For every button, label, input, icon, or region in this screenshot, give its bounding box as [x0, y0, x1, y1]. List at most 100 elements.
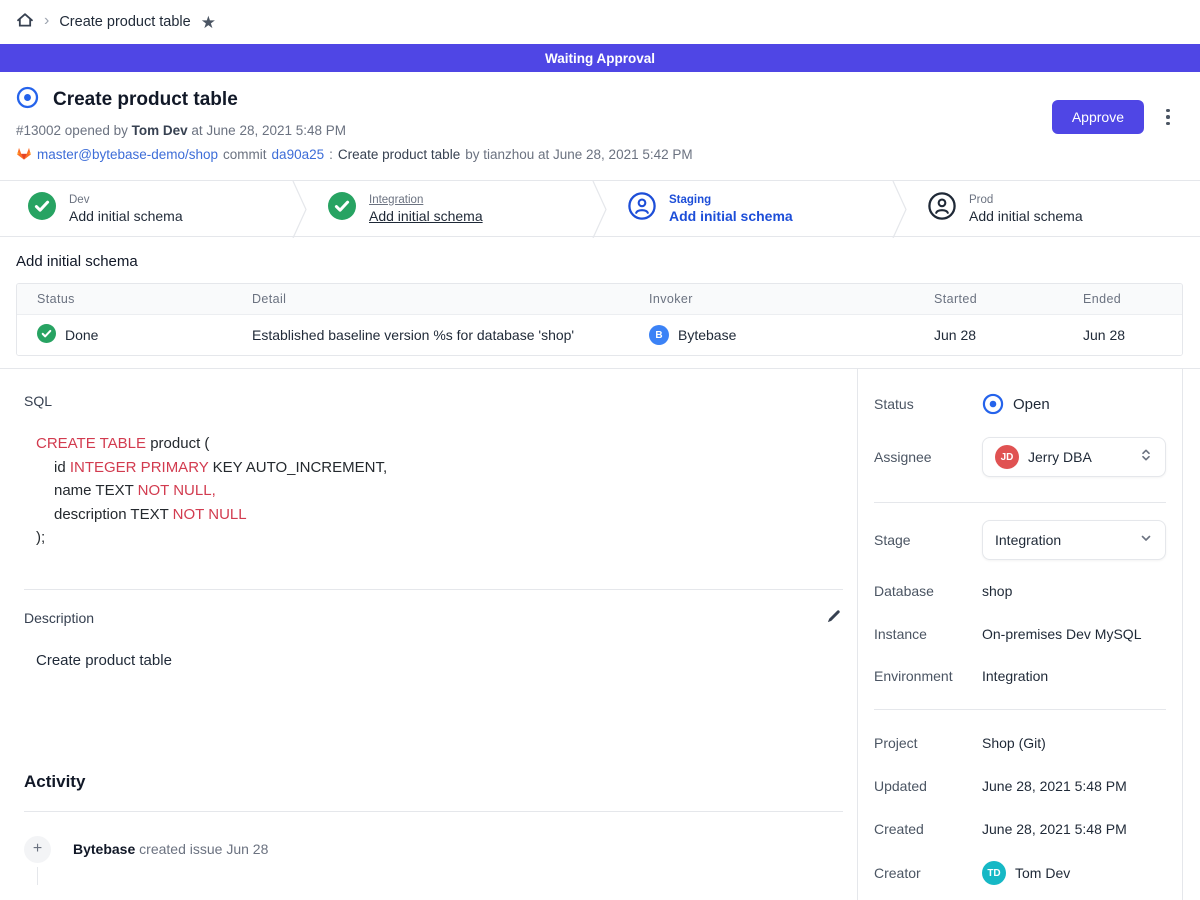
up-down-chevron-icon	[1139, 447, 1153, 468]
creator-label: Creator	[874, 865, 982, 881]
col-detail: Detail	[232, 292, 629, 306]
description-text: Create product table	[36, 652, 843, 669]
assignee-label: Assignee	[874, 449, 982, 465]
created-label: Created	[874, 821, 982, 837]
chevron-right-icon: ›	[44, 13, 49, 31]
sql-code-block: CREATE TABLE product ( id INTEGER PRIMARY…	[36, 432, 843, 550]
task-table: Status Detail Invoker Started Ended Done…	[16, 283, 1183, 356]
table-row[interactable]: Done Established baseline version %s for…	[17, 315, 1182, 355]
issue-meta: #13002 opened by Tom Dev at June 28, 202…	[16, 123, 1176, 138]
sql-keyword: NOT NULL,	[138, 482, 216, 499]
approval-banner: Waiting Approval	[0, 44, 1200, 72]
stage-env-label: Integration	[369, 194, 483, 206]
pipeline: Dev Add initial schema Integration Add i…	[0, 180, 1200, 237]
breadcrumb: › Create product table ★	[0, 0, 1200, 44]
assignee-value: Jerry DBA	[1028, 449, 1092, 465]
commit-sha-link[interactable]: da90a25	[272, 147, 325, 162]
edit-description-button[interactable]	[824, 607, 843, 629]
instance-label: Instance	[874, 626, 982, 642]
invoker-avatar: B	[649, 325, 669, 345]
stage-label: Stage	[874, 532, 982, 548]
sql-text: id	[54, 459, 70, 476]
timeline-line	[37, 867, 38, 885]
page-title: Create product table	[53, 89, 238, 111]
task-invoker: Bytebase	[678, 327, 736, 343]
done-check-icon	[37, 324, 56, 346]
status-value: Open	[1013, 396, 1050, 413]
sql-text: description TEXT	[54, 506, 173, 523]
issue-open-icon	[16, 86, 39, 114]
sql-text: name TEXT	[54, 482, 138, 499]
creator-value: Tom Dev	[1015, 865, 1070, 881]
sql-text: KEY AUTO_INCREMENT,	[208, 459, 387, 476]
stage-dev[interactable]: Dev Add initial schema	[0, 181, 300, 236]
sql-keyword: NOT NULL	[173, 506, 247, 523]
database-label: Database	[874, 583, 982, 599]
activity-item: + Bytebase created issue Jun 28	[24, 836, 843, 863]
star-icon[interactable]: ★	[201, 14, 216, 31]
sql-keyword: CREATE TABLE	[36, 435, 146, 452]
activity-actor: Bytebase	[73, 841, 135, 857]
sql-text: product (	[146, 435, 209, 452]
task-started: Jun 28	[934, 327, 976, 343]
stage-task-label: Add initial schema	[69, 208, 183, 224]
divider	[874, 709, 1166, 710]
approve-button[interactable]: Approve	[1052, 100, 1144, 134]
status-open-icon	[982, 393, 1004, 415]
issue-author: Tom Dev	[132, 123, 188, 138]
activity-action: created issue Jun 28	[139, 841, 268, 857]
colon: :	[329, 147, 333, 162]
project-label: Project	[874, 735, 982, 751]
stage-task-label: Add initial schema	[969, 208, 1083, 224]
check-circle-icon	[28, 192, 56, 225]
environment-value: Integration	[982, 668, 1048, 684]
divider	[874, 502, 1166, 503]
stage-select[interactable]: Integration	[982, 520, 1166, 560]
database-value: shop	[982, 583, 1012, 599]
issue-opened-at: at June 28, 2021 5:48 PM	[191, 123, 346, 138]
commit-row: master@bytebase-demo/shop commit da90a25…	[16, 145, 1176, 164]
divider	[24, 811, 843, 812]
more-actions-icon[interactable]	[1156, 105, 1180, 130]
stage-task-label: Add initial schema	[369, 208, 483, 224]
chevron-down-icon	[1139, 531, 1153, 550]
stage-prod[interactable]: Prod Add initial schema	[900, 181, 1200, 236]
updated-label: Updated	[874, 778, 982, 794]
assignee-select[interactable]: JD Jerry DBA	[982, 437, 1166, 477]
pencil-icon	[826, 612, 841, 627]
issue-id-text: #13002 opened by	[16, 123, 128, 138]
home-icon[interactable]	[16, 11, 34, 34]
branch-repo-link[interactable]: master@bytebase-demo/shop	[37, 147, 218, 162]
commit-byline: by tianzhou at June 28, 2021 5:42 PM	[465, 147, 692, 162]
description-label: Description	[24, 610, 94, 626]
check-circle-icon	[328, 192, 356, 225]
task-section-title: Add initial schema	[16, 253, 1200, 270]
activity-title: Activity	[24, 772, 843, 792]
task-detail: Established baseline version %s for data…	[252, 327, 574, 343]
instance-value: On-premises Dev MySQL	[982, 626, 1141, 642]
created-value: June 28, 2021 5:48 PM	[982, 821, 1127, 837]
stage-staging[interactable]: Staging Add initial schema	[600, 181, 900, 236]
stage-integration[interactable]: Integration Add initial schema	[300, 181, 600, 236]
issue-header: Create product table Approve #13002 open…	[0, 72, 1200, 180]
col-invoker: Invoker	[629, 292, 914, 306]
person-circle-icon	[628, 192, 656, 225]
creator-avatar: TD	[982, 861, 1006, 885]
gitlab-icon	[16, 145, 32, 164]
status-label: Status	[874, 396, 982, 412]
task-section: Add initial schema Status Detail Invoker…	[0, 237, 1200, 368]
issue-sidebar: Status Open Assignee JD Jerry DBA Stage	[858, 369, 1183, 900]
stage-env-label: Staging	[669, 194, 793, 206]
environment-label: Environment	[874, 668, 982, 684]
commit-word: commit	[223, 147, 267, 162]
col-status: Status	[17, 292, 232, 306]
stage-env-label: Prod	[969, 194, 1083, 206]
person-circle-icon	[928, 192, 956, 225]
task-ended: Jun 28	[1083, 327, 1125, 343]
breadcrumb-page-title[interactable]: Create product table	[59, 14, 190, 30]
col-ended: Ended	[1063, 292, 1182, 306]
main-column: SQL CREATE TABLE product (id INTEGER PRI…	[0, 369, 858, 900]
sql-keyword: INTEGER PRIMARY	[70, 459, 209, 476]
task-status: Done	[65, 327, 98, 343]
project-value[interactable]: Shop (Git)	[982, 735, 1046, 751]
